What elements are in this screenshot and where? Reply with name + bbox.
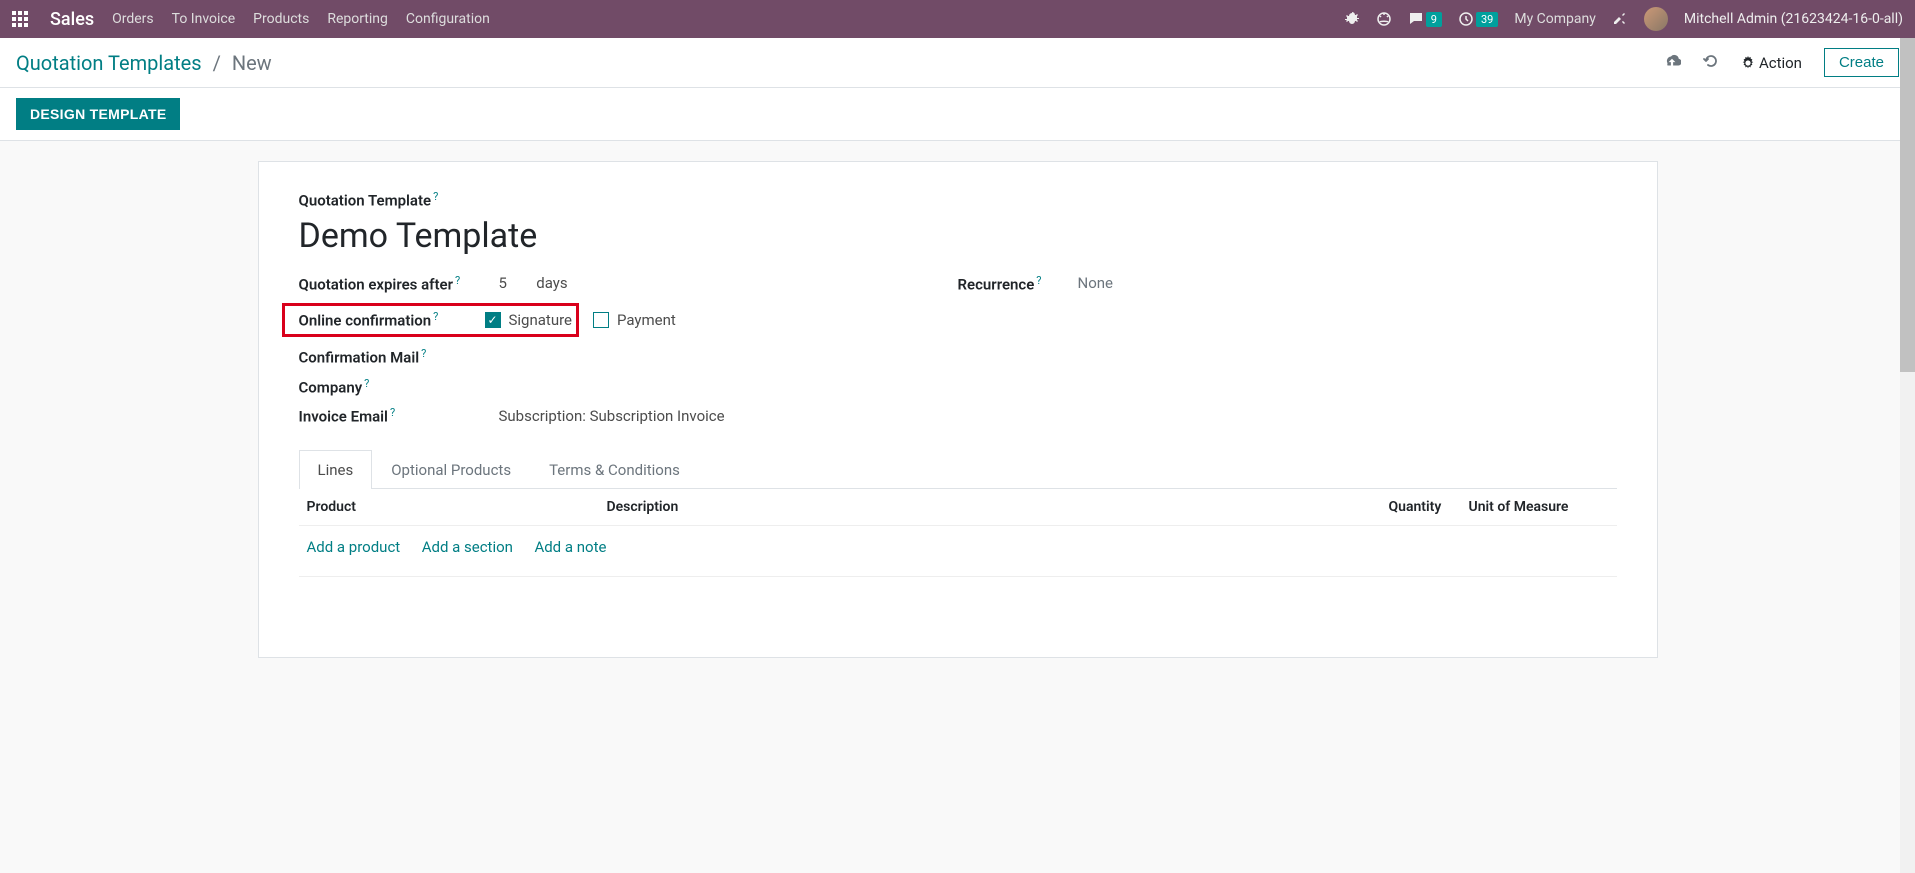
help-icon[interactable]: ? bbox=[455, 274, 460, 287]
row-company: Company? bbox=[299, 377, 1617, 397]
expires-value[interactable]: 5 bbox=[499, 274, 533, 292]
bug-icon[interactable] bbox=[1344, 11, 1360, 27]
scrollbar-track[interactable]: ▴ bbox=[1900, 38, 1915, 873]
apps-icon[interactable] bbox=[12, 11, 28, 27]
th-description: Description bbox=[607, 499, 1389, 515]
online-confirmation-label: Online confirmation bbox=[299, 312, 432, 330]
help-icon[interactable]: ? bbox=[421, 347, 426, 360]
row-expires-recurrence: Quotation expires after? 5 days Recurren… bbox=[299, 274, 1617, 294]
navbar-right: 9 39 My Company Mitchell Admin (21623424… bbox=[1344, 7, 1903, 31]
statusbar: DESIGN TEMPLATE bbox=[0, 88, 1915, 141]
row-online-confirmation: Online confirmation? Signature Payment bbox=[299, 303, 1617, 337]
signature-checkbox[interactable] bbox=[485, 312, 501, 328]
navbar-left: Sales Orders To Invoice Products Reporti… bbox=[12, 9, 490, 30]
add-section-link[interactable]: Add a section bbox=[422, 538, 513, 556]
lines-table-footer bbox=[299, 577, 1617, 617]
activities-badge: 39 bbox=[1476, 12, 1498, 27]
expires-unit: days bbox=[536, 274, 567, 292]
help-icon[interactable]: ? bbox=[1036, 274, 1041, 287]
company-label: Company bbox=[299, 378, 363, 396]
breadcrumb: Quotation Templates / New bbox=[16, 51, 272, 75]
nav-orders[interactable]: Orders bbox=[112, 11, 154, 27]
cloud-save-icon[interactable] bbox=[1663, 52, 1681, 74]
help-icon[interactable]: ? bbox=[390, 406, 395, 419]
add-product-link[interactable]: Add a product bbox=[307, 538, 401, 556]
highlight-annotation: Online confirmation? Signature bbox=[282, 303, 580, 337]
th-quantity: Quantity bbox=[1389, 499, 1469, 515]
nav-to-invoice[interactable]: To Invoice bbox=[172, 11, 236, 27]
support-icon[interactable] bbox=[1376, 11, 1392, 27]
th-unit-of-measure: Unit of Measure bbox=[1469, 499, 1609, 515]
col-expires: Quotation expires after? 5 days bbox=[299, 274, 958, 294]
user-name[interactable]: Mitchell Admin (21623424-16-0-all) bbox=[1684, 11, 1903, 27]
activities-icon[interactable]: 39 bbox=[1458, 11, 1498, 27]
top-navbar: Sales Orders To Invoice Products Reporti… bbox=[0, 0, 1915, 38]
tab-lines[interactable]: Lines bbox=[299, 450, 373, 489]
title-value[interactable]: Demo Template bbox=[299, 216, 1617, 256]
confirmation-mail-label: Confirmation Mail bbox=[299, 349, 420, 367]
create-button[interactable]: Create bbox=[1824, 48, 1899, 77]
messages-icon[interactable]: 9 bbox=[1408, 11, 1442, 27]
breadcrumb-current: New bbox=[232, 51, 272, 75]
add-note-link[interactable]: Add a note bbox=[534, 538, 606, 556]
signature-label: Signature bbox=[509, 311, 573, 329]
sheet-wrapper: Quotation Template? Demo Template Quotat… bbox=[0, 141, 1915, 678]
tab-optional-products[interactable]: Optional Products bbox=[372, 450, 530, 489]
user-avatar[interactable] bbox=[1644, 7, 1668, 31]
scrollbar-thumb[interactable] bbox=[1900, 38, 1915, 372]
payment-checkbox[interactable] bbox=[593, 312, 609, 328]
row-invoice-email: Invoice Email? Subscription: Subscriptio… bbox=[299, 406, 1617, 426]
title-label: Quotation Template bbox=[299, 192, 432, 210]
action-dropdown[interactable]: Action bbox=[1741, 54, 1802, 72]
invoice-email-label: Invoice Email bbox=[299, 408, 388, 426]
breadcrumb-root[interactable]: Quotation Templates bbox=[16, 51, 202, 75]
nav-configuration[interactable]: Configuration bbox=[406, 11, 490, 27]
lines-add-row: Add a product Add a section Add a note bbox=[299, 526, 1617, 577]
tab-terms-conditions[interactable]: Terms & Conditions bbox=[530, 450, 699, 489]
app-brand[interactable]: Sales bbox=[50, 9, 94, 30]
nav-reporting[interactable]: Reporting bbox=[327, 11, 388, 27]
discard-icon[interactable] bbox=[1703, 53, 1719, 73]
help-icon[interactable]: ? bbox=[364, 377, 369, 390]
notebook-tabs: Lines Optional Products Terms & Conditio… bbox=[299, 450, 1617, 489]
breadcrumb-separator: / bbox=[213, 51, 221, 75]
company-switcher[interactable]: My Company bbox=[1514, 11, 1596, 27]
form-sheet: Quotation Template? Demo Template Quotat… bbox=[258, 161, 1658, 658]
recurrence-label: Recurrence bbox=[958, 275, 1035, 293]
design-template-button[interactable]: DESIGN TEMPLATE bbox=[16, 98, 180, 130]
recurrence-value[interactable]: None bbox=[1078, 274, 1114, 292]
title-group: Quotation Template? Demo Template bbox=[299, 190, 1617, 256]
help-icon[interactable]: ? bbox=[433, 190, 438, 203]
payment-label: Payment bbox=[617, 311, 676, 329]
lines-table-header: Product Description Quantity Unit of Mea… bbox=[299, 489, 1617, 526]
invoice-email-value[interactable]: Subscription: Subscription Invoice bbox=[499, 407, 725, 425]
action-label: Action bbox=[1759, 54, 1802, 72]
expires-label: Quotation expires after bbox=[299, 275, 454, 293]
row-confirmation-mail: Confirmation Mail? bbox=[299, 347, 1617, 367]
th-product: Product bbox=[307, 499, 607, 515]
debug-tools-icon[interactable] bbox=[1612, 11, 1628, 27]
control-panel-right: Action Create bbox=[1663, 48, 1899, 77]
messages-badge: 9 bbox=[1426, 12, 1442, 27]
col-recurrence: Recurrence? None bbox=[958, 274, 1617, 294]
nav-products[interactable]: Products bbox=[253, 11, 309, 27]
control-panel: Quotation Templates / New Action Create bbox=[0, 38, 1915, 88]
help-icon[interactable]: ? bbox=[433, 310, 438, 323]
